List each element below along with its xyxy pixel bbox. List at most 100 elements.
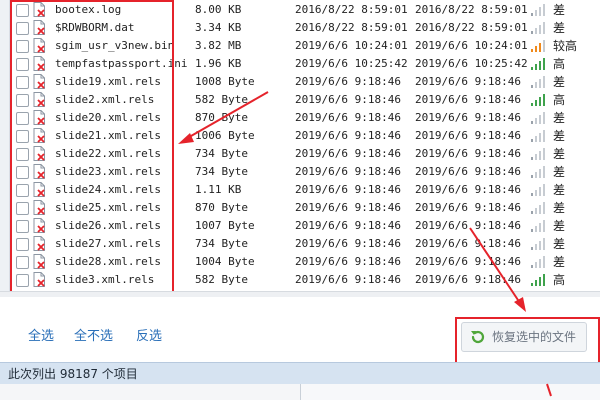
- bottom-panel-left: [0, 384, 301, 400]
- file-row[interactable]: slide21.xml.rels 1006 Byte 2019/6/6 9:18:4…: [9, 127, 600, 145]
- deleted-file-icon: [33, 128, 45, 143]
- file-size: 734 Byte: [195, 237, 248, 250]
- row-checkbox[interactable]: [16, 220, 29, 233]
- row-checkbox[interactable]: [16, 58, 29, 71]
- deleted-file-icon: [33, 236, 45, 251]
- file-created-date: 2019/6/6 9:18:46: [415, 219, 521, 232]
- signal-bar: [539, 151, 541, 160]
- file-row[interactable]: slide28.xml.rels 1004 Byte 2019/6/6 9:18:4…: [9, 253, 600, 271]
- row-checkbox[interactable]: [16, 40, 29, 53]
- file-row[interactable]: slide26.xml.rels 1007 Byte 2019/6/6 9:18:4…: [9, 217, 600, 235]
- row-checkbox[interactable]: [16, 22, 29, 35]
- signal-bar: [535, 172, 537, 178]
- file-created-date: 2019/6/6 9:18:46: [415, 165, 521, 178]
- file-row[interactable]: slide20.xml.rels 870 Byte 2019/6/6 9:18:46…: [9, 109, 600, 127]
- file-row[interactable]: sgim_usr_v3new.bin 3.82 MB 2019/6/6 10:24:…: [9, 37, 600, 55]
- file-modified-date: 2016/8/22 8:59:01: [295, 21, 408, 34]
- signal-strength-icon: [531, 184, 547, 196]
- signal-bar: [535, 100, 537, 106]
- file-name: slide20.xml.rels: [55, 111, 161, 124]
- signal-bar: [535, 82, 537, 88]
- row-checkbox[interactable]: [16, 76, 29, 89]
- deleted-file-icon: [33, 218, 45, 233]
- row-checkbox[interactable]: [16, 256, 29, 269]
- row-checkbox[interactable]: [16, 94, 29, 107]
- row-checkbox[interactable]: [16, 274, 29, 287]
- file-modified-date: 2019/6/6 9:18:46: [295, 129, 401, 142]
- action-bar: 全选 全不选 反选 恢复选中的文件: [0, 297, 600, 362]
- file-created-date: 2019/6/6 9:18:46: [415, 183, 521, 196]
- row-checkbox[interactable]: [16, 184, 29, 197]
- file-name: slide24.xml.rels: [55, 183, 161, 196]
- row-checkbox[interactable]: [16, 112, 29, 125]
- signal-strength-icon: [531, 220, 547, 232]
- file-created-date: 2019/6/6 9:18:46: [415, 237, 521, 250]
- signal-bar: [535, 280, 537, 286]
- select-none-link[interactable]: 全不选: [74, 325, 113, 344]
- file-size: 1004 Byte: [195, 255, 255, 268]
- row-checkbox[interactable]: [16, 148, 29, 161]
- file-row[interactable]: slide27.xml.rels 734 Byte 2019/6/6 9:18:46…: [9, 235, 600, 253]
- bottom-panel-right: [301, 384, 600, 400]
- file-modified-date: 2019/6/6 9:18:46: [295, 147, 401, 160]
- file-row[interactable]: tempfastpassport.ini 1.96 KB 2019/6/6 10:2…: [9, 55, 600, 73]
- file-size: 582 Byte: [195, 273, 248, 286]
- signal-bar: [543, 274, 545, 286]
- signal-bar: [535, 118, 537, 124]
- signal-strength-icon: [531, 94, 547, 106]
- select-all-link[interactable]: 全选: [28, 325, 54, 344]
- row-checkbox[interactable]: [16, 130, 29, 143]
- row-checkbox[interactable]: [16, 202, 29, 215]
- file-row[interactable]: $RDWBORM.dat 3.34 KB 2016/8/22 8:59:01 2016…: [9, 19, 600, 37]
- signal-bar: [531, 247, 533, 250]
- file-row[interactable]: slide3.xml.rels 582 Byte 2019/6/6 9:18:46 2…: [9, 271, 600, 289]
- invert-selection-link[interactable]: 反选: [136, 325, 162, 344]
- signal-bar: [539, 7, 541, 16]
- signal-bar: [531, 67, 533, 70]
- file-created-date: 2019/6/6 9:18:46: [415, 75, 521, 88]
- recovery-quality: 较高: [553, 39, 578, 53]
- signal-bar: [539, 61, 541, 70]
- file-row[interactable]: slide2.xml.rels 582 Byte 2019/6/6 9:18:46 2…: [9, 91, 600, 109]
- file-row[interactable]: bootex.log 8.00 KB 2016/8/22 8:59:01 2016/8…: [9, 1, 600, 19]
- deleted-file-icon: [33, 20, 45, 35]
- recovery-quality: 差: [553, 75, 566, 89]
- file-modified-date: 2019/6/6 10:24:01: [295, 39, 408, 52]
- signal-bar: [543, 202, 545, 214]
- file-row[interactable]: slide19.xml.rels 1008 Byte 2019/6/6 9:18:4…: [9, 73, 600, 91]
- recovery-quality: 差: [553, 219, 566, 233]
- recovery-quality: 差: [553, 255, 566, 269]
- file-row[interactable]: slide22.xml.rels 734 Byte 2019/6/6 9:18:46…: [9, 145, 600, 163]
- signal-strength-icon: [531, 166, 547, 178]
- recovery-quality: 差: [553, 147, 566, 161]
- signal-bar: [535, 46, 537, 52]
- file-name: $RDWBORM.dat: [55, 21, 135, 34]
- signal-bar: [543, 148, 545, 160]
- signal-bar: [531, 121, 533, 124]
- row-checkbox[interactable]: [16, 166, 29, 179]
- recovery-quality: 差: [553, 183, 566, 197]
- status-bar: 此次列出 98187 个项目: [0, 362, 600, 384]
- signal-bar: [535, 10, 537, 16]
- signal-bar: [543, 220, 545, 232]
- signal-strength-icon: [531, 4, 547, 16]
- signal-bar: [531, 229, 533, 232]
- signal-bar: [543, 40, 545, 52]
- signal-bar: [543, 94, 545, 106]
- file-row[interactable]: slide23.xml.rels 734 Byte 2019/6/6 9:18:46…: [9, 163, 600, 181]
- restore-selected-files-button[interactable]: 恢复选中的文件: [461, 322, 587, 352]
- signal-bar: [543, 184, 545, 196]
- row-checkbox[interactable]: [16, 4, 29, 17]
- deleted-file-icon: [33, 92, 45, 107]
- signal-bar: [543, 22, 545, 34]
- signal-bar: [535, 262, 537, 268]
- signal-bar: [543, 256, 545, 268]
- file-name: bootex.log: [55, 3, 122, 16]
- file-size: 734 Byte: [195, 147, 248, 160]
- signal-bar: [543, 130, 545, 142]
- row-checkbox[interactable]: [16, 238, 29, 251]
- file-name: slide27.xml.rels: [55, 237, 161, 250]
- file-row[interactable]: slide24.xml.rels 1.11 KB 2019/6/6 9:18:46 2…: [9, 181, 600, 199]
- signal-bar: [535, 208, 537, 214]
- file-row[interactable]: slide25.xml.rels 870 Byte 2019/6/6 9:18:46…: [9, 199, 600, 217]
